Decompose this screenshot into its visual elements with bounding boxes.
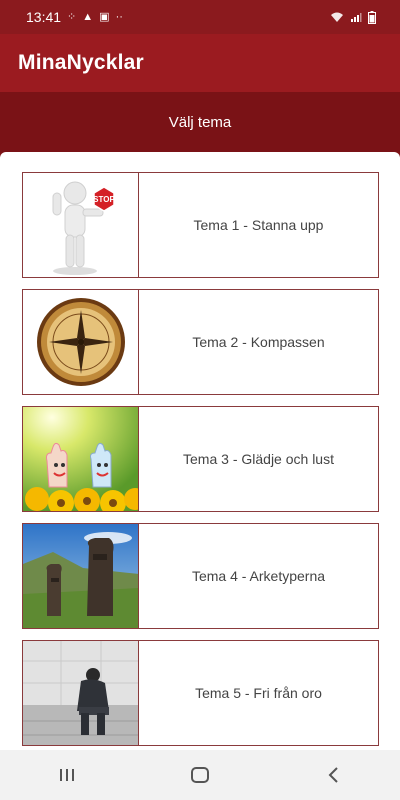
recent-apps-button[interactable] — [37, 755, 97, 795]
notification-dots-icon: ⁘ — [67, 10, 77, 23]
more-dots-icon: ·· — [115, 10, 123, 23]
theme-card-1[interactable]: STOP Tema 1 - Stanna upp — [22, 172, 379, 278]
status-right — [330, 10, 376, 24]
happy-hands-image — [23, 407, 139, 511]
theme-card-4[interactable]: Tema 4 - Arketyperna — [22, 523, 379, 629]
stop-figure-image: STOP — [23, 173, 139, 277]
worried-man-image — [23, 641, 139, 745]
compass-image — [23, 290, 139, 394]
home-button[interactable] — [170, 755, 230, 795]
theme-label-4: Tema 4 - Arketyperna — [191, 568, 326, 584]
theme-card-5[interactable]: Tema 5 - Fri från oro — [22, 640, 379, 746]
wifi-icon — [331, 12, 343, 22]
status-left: 13:41 ⁘ ▲ ▣ ·· — [26, 9, 123, 25]
theme-label-3: Tema 3 - Glädje och lust — [183, 451, 334, 467]
theme-label-1: Tema 1 - Stanna upp — [193, 217, 324, 233]
app-bar: MinaNycklar — [0, 34, 400, 92]
back-button[interactable] — [303, 755, 363, 795]
back-icon — [328, 767, 339, 783]
home-icon — [190, 767, 209, 783]
battery-icon — [368, 10, 376, 24]
status-time: 13:41 — [26, 9, 62, 25]
theme-list: STOP Tema 1 - Stanna upp Tema 2 - Kompas… — [0, 152, 400, 750]
status-bar: 13:41 ⁘ ▲ ▣ ·· — [0, 0, 400, 34]
warning-icon: ▲ — [82, 10, 94, 23]
theme-card-3[interactable]: Tema 3 - Glädje och lust — [22, 406, 379, 512]
recent-apps-icon — [59, 769, 74, 781]
subheader: Välj tema — [0, 92, 400, 152]
theme-label-5: Tema 5 - Fri från oro — [195, 685, 322, 701]
stop-sign-text: STOP — [93, 195, 115, 204]
app-title: MinaNycklar — [18, 51, 144, 74]
moai-statues-image — [23, 524, 139, 628]
system-nav-bar — [0, 750, 400, 800]
subheader-title: Välj tema — [168, 113, 232, 131]
screenshot-icon: ▣ — [99, 10, 110, 23]
theme-label-2: Tema 2 - Kompassen — [192, 334, 325, 350]
theme-card-2[interactable]: Tema 2 - Kompassen — [22, 289, 379, 395]
signal-icon — [351, 13, 362, 22]
